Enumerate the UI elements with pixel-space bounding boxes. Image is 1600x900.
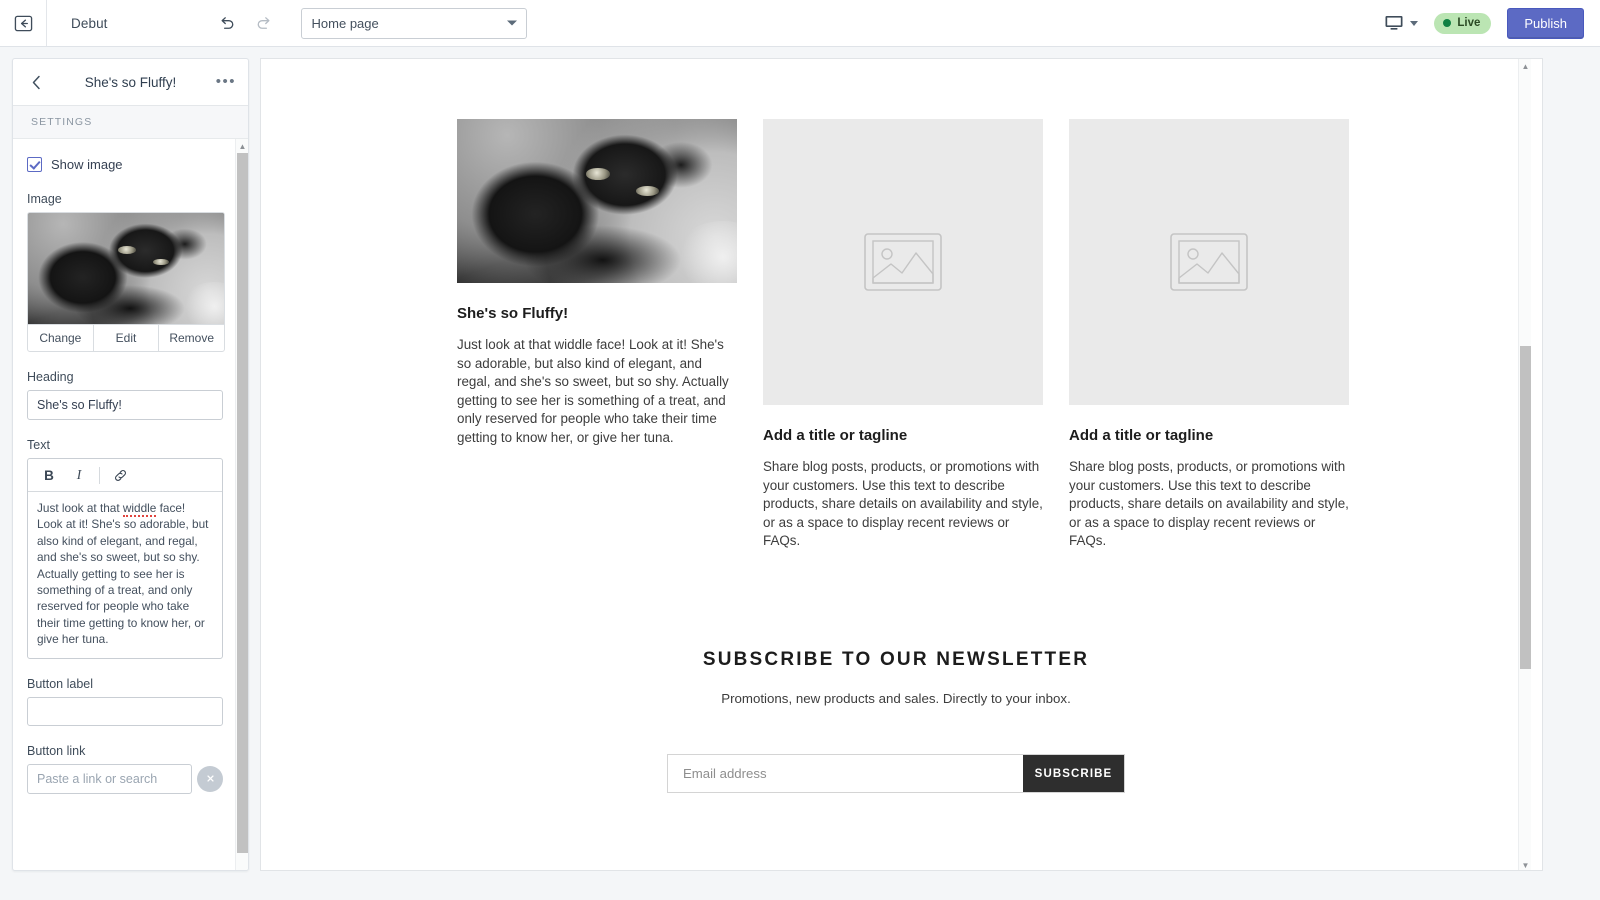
redo-button[interactable]: [251, 10, 277, 36]
preview-image-placeholder-3[interactable]: [1069, 119, 1349, 405]
insert-link-button[interactable]: [105, 462, 135, 489]
preview-image-1[interactable]: [457, 119, 737, 283]
image-field-label: Image: [27, 192, 62, 206]
clear-circle-icon: [203, 772, 217, 786]
sidebar-title: She's so Fluffy!: [84, 74, 177, 90]
rte-misspelled-word: widdle: [122, 501, 157, 517]
preview-body-1: Just look at that widdle face! Look at i…: [457, 337, 729, 445]
button-label-input[interactable]: [27, 696, 223, 726]
device-preview-selector[interactable]: [1384, 14, 1419, 32]
button-link-row: Paste a link or search: [27, 763, 225, 794]
preview-body-3: Share blog posts, products, or promotion…: [1069, 459, 1349, 549]
image-actions: Change Edit Remove: [28, 324, 224, 351]
scroll-up-arrow[interactable]: ▲: [236, 139, 248, 153]
publish-button[interactable]: Publish: [1507, 7, 1584, 39]
chevron-down-icon: [1410, 20, 1419, 26]
newsletter-title: SUBSCRIBE TO OUR NEWSLETTER: [702, 649, 1090, 670]
button-link-field-label: Button link: [27, 743, 86, 758]
chevron-left-icon: [32, 75, 40, 89]
rich-text-content[interactable]: Just look at that widdle face! Look at i…: [28, 492, 222, 658]
heading-input[interactable]: She's so Fluffy!: [27, 390, 223, 420]
top-bar-right: Live Publish: [1384, 7, 1600, 39]
image-placeholder-icon: [1170, 233, 1248, 291]
newsletter-subtitle: Promotions, new products and sales. Dire…: [721, 691, 1071, 706]
newsletter-subscribe-button[interactable]: SUBSCRIBE: [1023, 755, 1124, 792]
sidebar-more-menu-button[interactable]: •••: [216, 74, 236, 89]
show-image-label: Show image: [51, 157, 123, 172]
chevron-down-icon: [506, 20, 517, 26]
preview-scrollbar[interactable]: ▲ ▼: [1518, 59, 1532, 870]
rich-text-editor: B I Just look at that widdle face! Look …: [27, 458, 223, 659]
preview-title-2: Add a title or tagline: [763, 427, 908, 444]
button-label-field-label: Button label: [27, 676, 94, 691]
history-controls: [215, 10, 277, 36]
italic-button[interactable]: I: [64, 462, 94, 489]
cat-eye-right: [636, 186, 659, 197]
cat-eye-left: [118, 246, 136, 255]
rte-text-part1: Just look at that: [37, 501, 123, 515]
theme-name: Debut: [71, 15, 108, 31]
text-field-label: Text: [27, 438, 50, 452]
clear-button-link-button[interactable]: [197, 765, 223, 792]
image-card: Change Edit Remove: [27, 212, 225, 352]
preview-image-placeholder-2[interactable]: [763, 119, 1043, 405]
bold-button[interactable]: B: [34, 462, 64, 489]
preview-title-1: She's so Fluffy!: [457, 305, 569, 322]
page-selector-value: Home page: [311, 15, 379, 31]
sidebar-scrollbar[interactable]: ▲ ▼: [235, 139, 248, 870]
image-change-button[interactable]: Change: [28, 325, 94, 351]
redo-icon: [257, 16, 270, 29]
back-arrow-icon: [14, 15, 32, 31]
preview-canvas: She's so Fluffy! Just look at that widdl…: [261, 59, 1532, 870]
scroll-up-arrow[interactable]: ▲: [1519, 59, 1532, 73]
link-icon: [114, 469, 126, 481]
status-badge-label: Live: [1457, 17, 1481, 29]
scroll-down-arrow[interactable]: ▼: [1519, 858, 1532, 870]
status-dot-icon: [1443, 19, 1452, 27]
status-badge: Live: [1434, 12, 1492, 34]
sidebar-content: Show image Image Change Edit Remove Head…: [13, 139, 239, 794]
rich-text-toolbar: B I: [28, 459, 222, 492]
top-bar: Debut Home page Live Publish: [0, 0, 1600, 47]
preview-title-3: Add a title or tagline: [1069, 427, 1214, 444]
undo-icon: [221, 16, 234, 29]
undo-button[interactable]: [215, 10, 241, 36]
preview-body-2: Share blog posts, products, or promotion…: [763, 459, 1043, 549]
sidebar-scrollbar-thumb[interactable]: [237, 153, 248, 853]
sidebar-scroll-area: Show image Image Change Edit Remove Head…: [13, 139, 248, 870]
preview-columns: She's so Fluffy! Just look at that widdl…: [457, 119, 1349, 551]
image-remove-button[interactable]: Remove: [159, 325, 224, 351]
cat-eye-left: [585, 168, 610, 180]
rte-text-part2: face! Look at it! She's so adorable, but…: [37, 501, 209, 647]
toolbar-divider: [99, 466, 100, 484]
settings-section-label: SETTINGS: [13, 106, 248, 139]
preview-column-2: Add a title or tagline Share blog posts,…: [763, 119, 1043, 551]
preview-scrollbar-thumb[interactable]: [1520, 346, 1531, 669]
image-placeholder-icon: [864, 233, 942, 291]
desktop-preview-icon: [1385, 16, 1403, 30]
newsletter-email-input[interactable]: Email address: [668, 755, 1023, 792]
show-image-row[interactable]: Show image: [27, 157, 225, 172]
preview-column-3: Add a title or tagline Share blog posts,…: [1069, 119, 1349, 551]
sidebar-back-button[interactable]: [25, 71, 47, 93]
heading-field-label: Heading: [27, 370, 74, 384]
image-edit-button[interactable]: Edit: [94, 325, 160, 351]
page-selector[interactable]: Home page: [300, 7, 527, 39]
settings-sidebar: She's so Fluffy! ••• SETTINGS Show image…: [12, 58, 249, 871]
sidebar-header: She's so Fluffy! •••: [13, 59, 248, 106]
show-image-checkbox[interactable]: [27, 157, 42, 172]
cat-eye-right: [153, 258, 170, 266]
newsletter-section: SUBSCRIBE TO OUR NEWSLETTER Promotions, …: [261, 649, 1531, 793]
exit-editor-button[interactable]: [0, 0, 47, 46]
image-thumbnail[interactable]: [28, 213, 224, 324]
button-link-input[interactable]: Paste a link or search: [27, 763, 192, 794]
newsletter-form: Email address SUBSCRIBE: [667, 754, 1125, 793]
preview-column-1: She's so Fluffy! Just look at that widdl…: [457, 119, 737, 551]
theme-preview: She's so Fluffy! Just look at that widdl…: [260, 58, 1543, 871]
